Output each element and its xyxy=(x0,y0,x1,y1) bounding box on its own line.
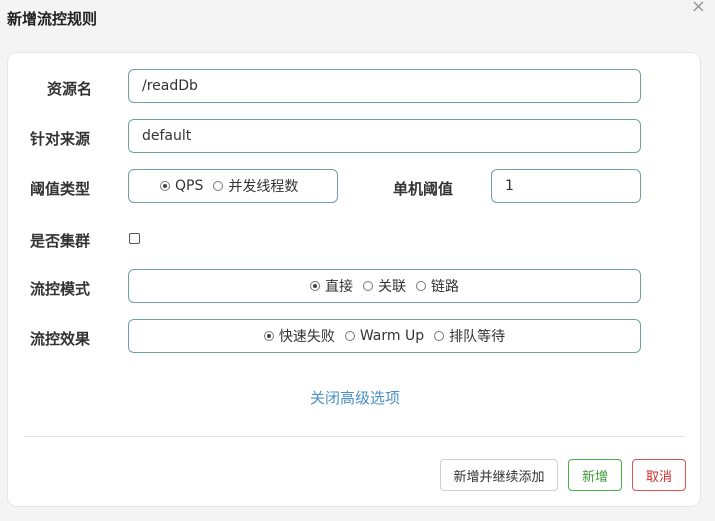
limit-app-input[interactable] xyxy=(128,119,641,153)
strategy-option-label: 关联 xyxy=(378,279,406,295)
behavior-option-fail-fast[interactable]: 快速失败 xyxy=(263,326,335,346)
grade-option-thread[interactable]: 并发线程数 xyxy=(213,176,298,196)
add-and-continue-button[interactable]: 新增并继续添加 xyxy=(440,459,558,491)
count-input[interactable] xyxy=(491,169,641,203)
radio-unselected-icon xyxy=(344,331,355,341)
strategy-option-label: 直接 xyxy=(325,279,353,295)
resource-label: 资源名 xyxy=(47,80,93,98)
strategy-option-label: 链路 xyxy=(431,279,459,295)
radio-unselected-icon xyxy=(434,331,445,341)
dialog-title: 新增流控规则 xyxy=(7,10,98,28)
limit-app-label: 针对来源 xyxy=(30,130,91,148)
cluster-label: 是否集群 xyxy=(30,232,91,250)
radio-unselected-icon xyxy=(416,281,426,291)
control-behavior-label: 流控效果 xyxy=(30,330,91,348)
strategy-option-chain[interactable]: 链路 xyxy=(416,276,459,296)
grade-option-label: 并发线程数 xyxy=(228,179,299,195)
radio-selected-icon xyxy=(263,331,274,341)
strategy-label: 流控模式 xyxy=(30,280,91,298)
resource-input[interactable] xyxy=(128,69,641,103)
behavior-option-warm-up[interactable]: Warm Up xyxy=(344,328,425,344)
form-panel: 资源名 针对来源 阈值类型 QPS 并发线程数 单机阈值 是否集群 流控模式 直… xyxy=(7,52,701,507)
behavior-option-label: Warm Up xyxy=(359,328,425,344)
strategy-radio-group: 直接 关联 链路 xyxy=(128,269,641,303)
grade-label: 阈值类型 xyxy=(30,180,91,198)
cluster-checkbox[interactable] xyxy=(129,233,140,244)
behavior-option-label: 快速失败 xyxy=(278,329,335,345)
strategy-option-relate[interactable]: 关联 xyxy=(363,276,406,296)
footer-divider xyxy=(24,436,684,437)
radio-selected-icon xyxy=(160,181,170,191)
add-button[interactable]: 新增 xyxy=(568,459,622,491)
radio-selected-icon xyxy=(310,281,320,291)
grade-option-label: QPS xyxy=(175,178,204,194)
behavior-option-label: 排队等待 xyxy=(449,329,506,345)
count-label: 单机阈值 xyxy=(393,180,454,198)
radio-unselected-icon xyxy=(213,181,224,191)
radio-unselected-icon xyxy=(363,281,373,291)
cancel-button[interactable]: 取消 xyxy=(632,459,686,491)
behavior-option-queue[interactable]: 排队等待 xyxy=(434,326,505,346)
strategy-option-direct[interactable]: 直接 xyxy=(310,276,353,296)
advanced-options-toggle[interactable]: 关闭高级选项 xyxy=(8,387,702,408)
grade-option-qps[interactable]: QPS xyxy=(160,178,203,194)
control-behavior-radio-group: 快速失败 Warm Up 排队等待 xyxy=(128,319,641,353)
close-icon[interactable]: × xyxy=(691,0,706,17)
grade-radio-group: QPS 并发线程数 xyxy=(128,169,338,203)
